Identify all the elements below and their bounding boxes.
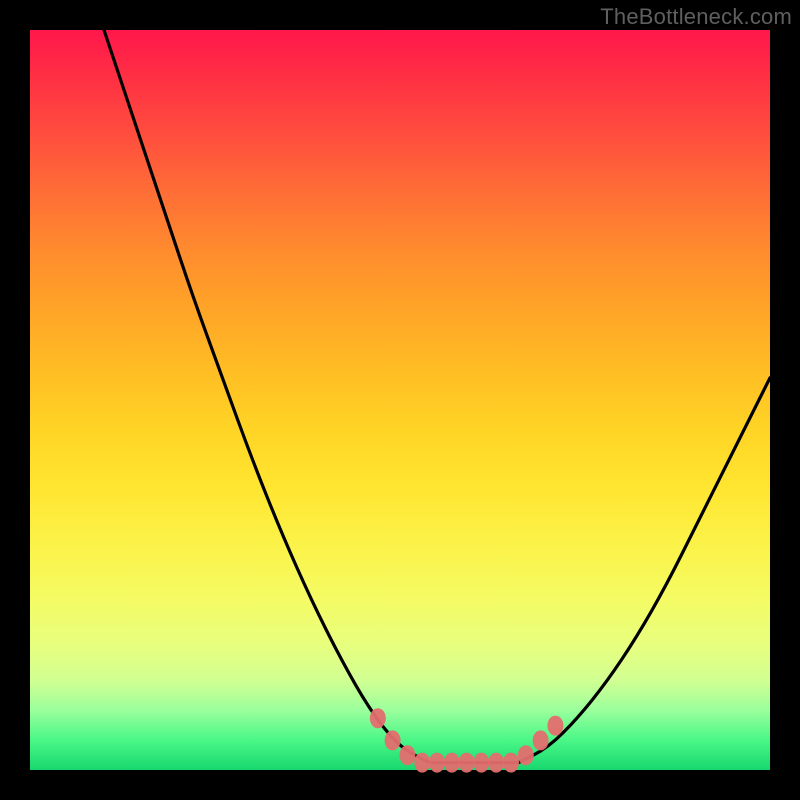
- outer-frame: TheBottleneck.com: [0, 0, 800, 800]
- marker-point: [488, 753, 504, 773]
- marker-point: [473, 753, 489, 773]
- marker-point: [385, 730, 401, 750]
- marker-point: [547, 716, 563, 736]
- plateau-markers: [370, 708, 564, 772]
- bottleneck-curve: [104, 30, 770, 763]
- marker-point: [370, 708, 386, 728]
- marker-point: [429, 753, 445, 773]
- marker-point: [414, 753, 430, 773]
- chart-svg: [30, 30, 770, 770]
- marker-point: [503, 753, 519, 773]
- marker-point: [518, 745, 534, 765]
- marker-point: [459, 753, 475, 773]
- marker-point: [533, 730, 549, 750]
- marker-point: [444, 753, 460, 773]
- marker-point: [399, 745, 415, 765]
- plot-area: [30, 30, 770, 770]
- watermark-text: TheBottleneck.com: [600, 4, 792, 30]
